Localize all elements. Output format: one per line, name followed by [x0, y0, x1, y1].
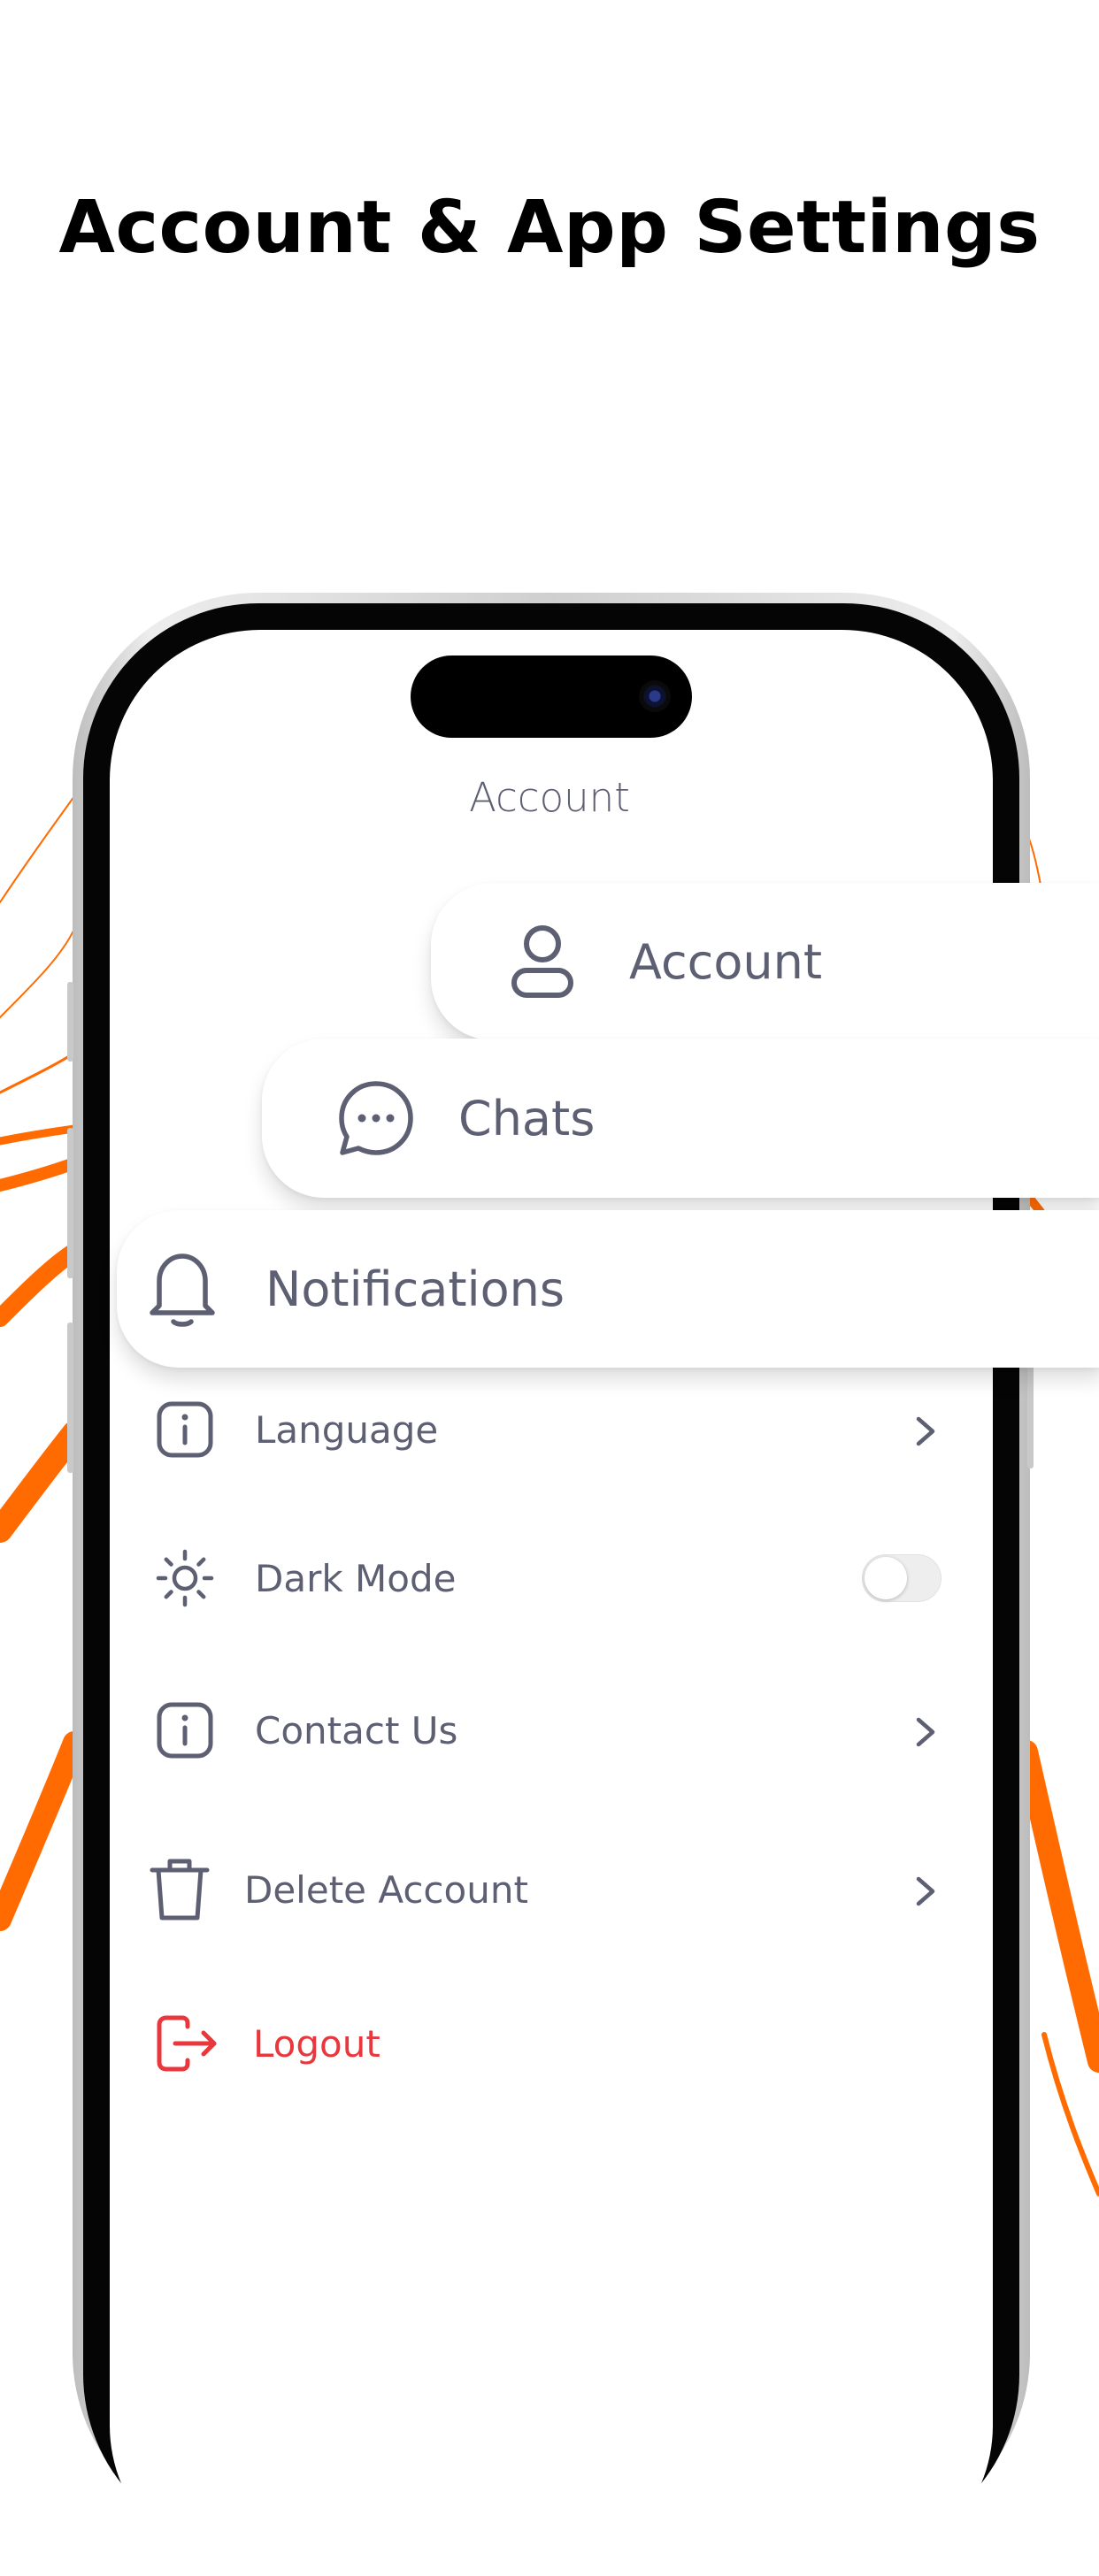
info-icon	[157, 1401, 213, 1458]
logout-row[interactable]: Logout	[156, 2008, 687, 2079]
logout-icon	[157, 2015, 217, 2072]
chevron-right-icon	[916, 1717, 935, 1747]
sun-icon	[156, 1549, 214, 1607]
notifications-card[interactable]: Notifications	[117, 1210, 1099, 1368]
chevron-right-icon	[916, 1876, 935, 1906]
trash-icon	[150, 1859, 210, 1920]
phone-side-button	[67, 1128, 73, 1278]
bell-icon	[150, 1254, 215, 1327]
phone-side-button	[67, 1322, 73, 1473]
screen-title: Account	[469, 774, 630, 821]
notifications-card-label: Notifications	[265, 1261, 565, 1317]
contact-us-row[interactable]: Contact Us	[156, 1695, 943, 1766]
language-label: Language	[255, 1407, 439, 1452]
chat-bubble-icon	[339, 1081, 413, 1155]
dark-mode-row: Dark Mode	[156, 1543, 775, 1614]
logout-label: Logout	[253, 2021, 380, 2066]
delete-account-row[interactable]: Delete Account	[149, 1854, 945, 1925]
chats-card-label: Chats	[458, 1090, 596, 1146]
info-icon	[157, 1702, 213, 1759]
dark-mode-toggle[interactable]	[862, 1554, 941, 1602]
account-card-label: Account	[629, 933, 823, 990]
dark-mode-label: Dark Mode	[255, 1556, 457, 1600]
account-card[interactable]: Account	[431, 883, 1099, 1040]
language-row[interactable]: Language	[156, 1394, 943, 1465]
chevron-right-icon	[916, 1416, 935, 1446]
dynamic-island	[411, 656, 692, 738]
chats-card[interactable]: Chats	[262, 1039, 1099, 1198]
phone-side-button	[67, 982, 73, 1062]
user-icon	[511, 925, 573, 998]
toggle-knob	[865, 1557, 907, 1599]
camera-icon	[639, 680, 671, 712]
contact-us-label: Contact Us	[255, 1708, 458, 1752]
delete-account-label: Delete Account	[244, 1867, 528, 1912]
